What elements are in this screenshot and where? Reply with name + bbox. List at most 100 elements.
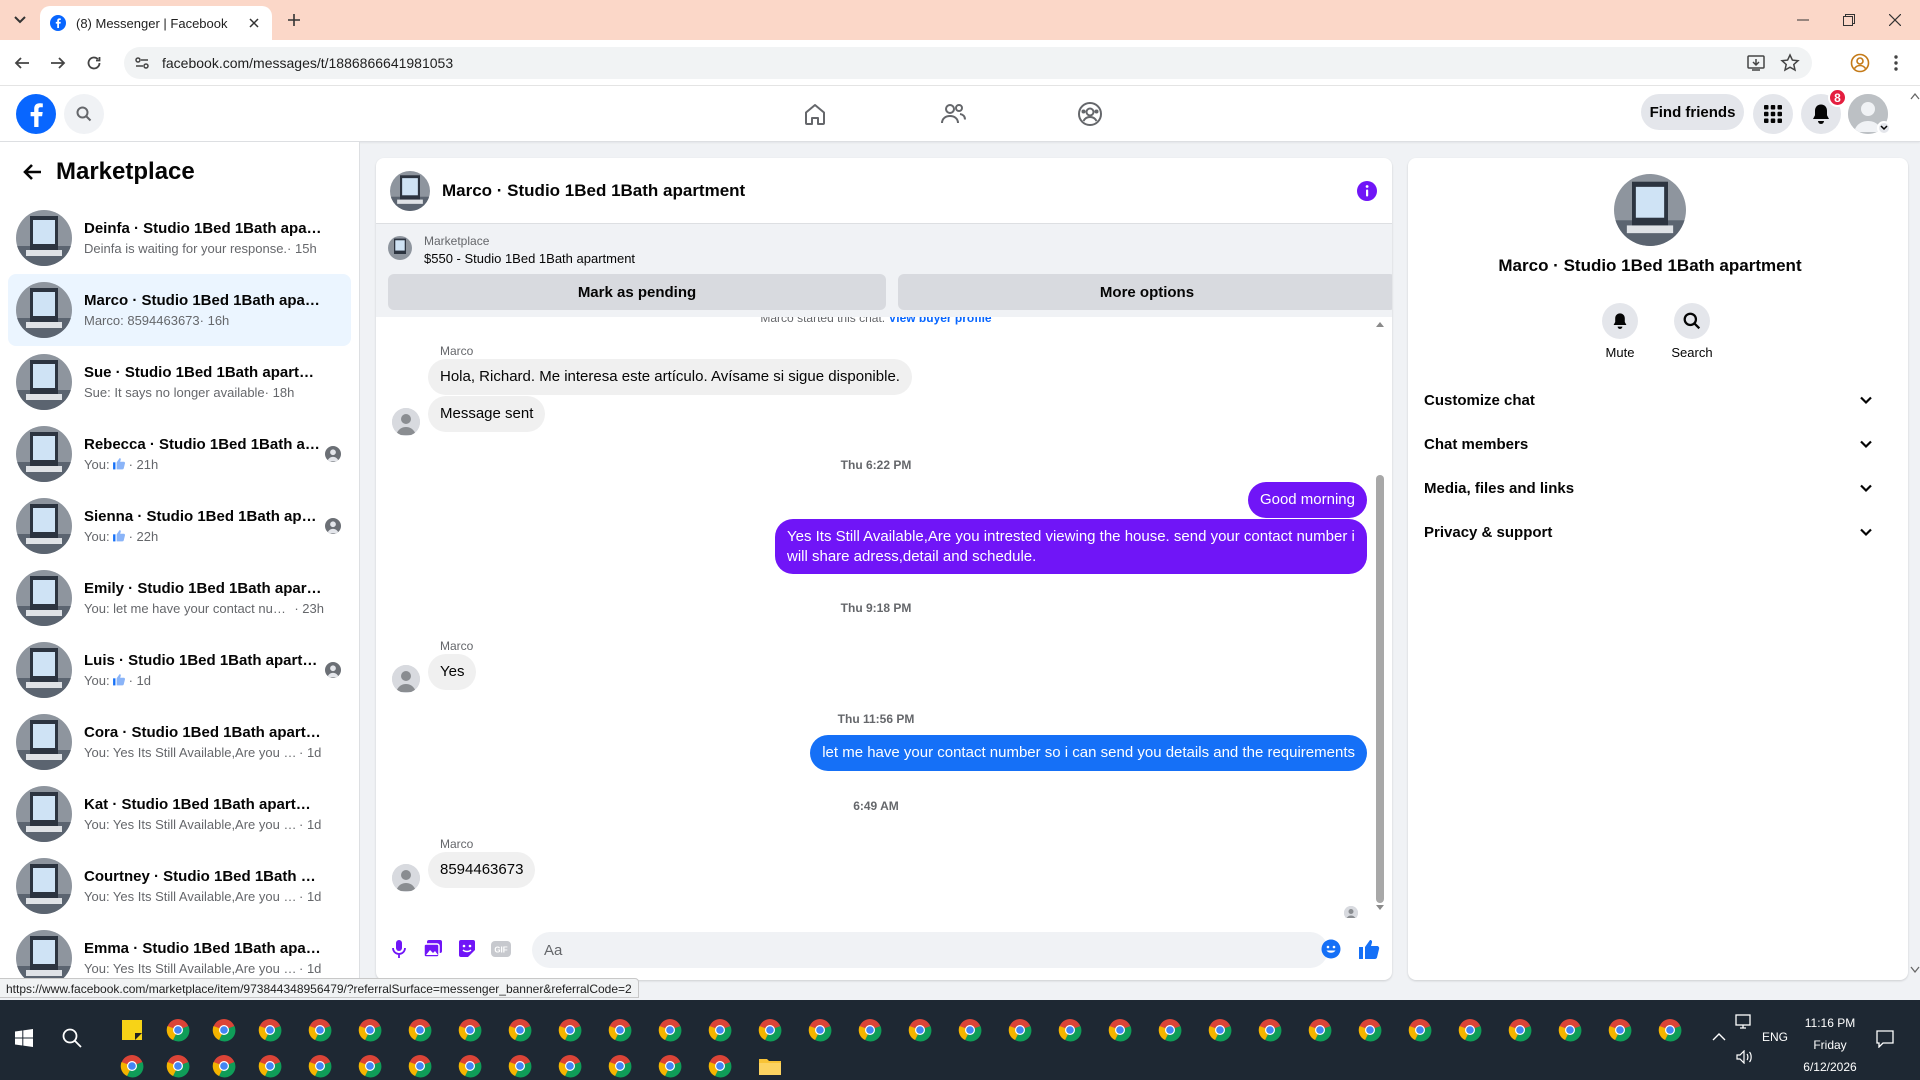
file-explorer-icon[interactable] <box>754 1050 786 1080</box>
home-icon[interactable] <box>795 98 835 130</box>
chrome-app-icon[interactable] <box>654 1014 686 1046</box>
conversation-item[interactable]: Cora · Studio 1Bed 1Bath apartment You: Y… <box>8 706 351 778</box>
show-hidden-icons-chevron-icon[interactable] <box>1712 1032 1732 1052</box>
mark-as-pending-button[interactable]: Mark as pending <box>388 274 886 310</box>
menu-grid-icon[interactable] <box>1753 94 1793 134</box>
chrome-app-icon[interactable] <box>704 1014 736 1046</box>
customize-chat-row[interactable]: Customize chat <box>1416 378 1884 422</box>
privacy-support-row[interactable]: Privacy & support <box>1416 510 1884 554</box>
chrome-app-icon[interactable] <box>454 1014 486 1046</box>
conversation-item[interactable]: Sue · Studio 1Bed 1Bath apartment Sue: It… <box>8 346 351 418</box>
scroll-up-icon[interactable] <box>1376 321 1384 327</box>
info-icon[interactable] <box>1356 180 1378 202</box>
chrome-app-icon[interactable] <box>254 1014 286 1046</box>
page-scroll-up-icon[interactable] <box>1910 92 1920 100</box>
chrome-app-icon[interactable] <box>208 1014 240 1046</box>
conversation-item[interactable]: Deinfa · Studio 1Bed 1Bath apartm... Dein… <box>8 202 351 274</box>
chrome-app-icon[interactable] <box>704 1050 736 1080</box>
chrome-app-icon[interactable] <box>116 1050 148 1080</box>
chrome-app-icon[interactable] <box>1004 1014 1036 1046</box>
photo-gallery-icon[interactable] <box>422 938 444 960</box>
browser-menu-icon[interactable] <box>1884 51 1908 75</box>
chrome-app-icon[interactable] <box>1304 1014 1336 1046</box>
chrome-app-icon[interactable] <box>354 1050 386 1080</box>
chrome-app-icon[interactable] <box>804 1014 836 1046</box>
media-files-links-row[interactable]: Media, files and links <box>1416 466 1884 510</box>
chrome-app-icon[interactable] <box>1154 1014 1186 1046</box>
chrome-app-icon[interactable] <box>1254 1014 1286 1046</box>
chrome-app-icon[interactable] <box>654 1050 686 1080</box>
chrome-app-icon[interactable] <box>162 1014 194 1046</box>
more-options-button[interactable]: More options <box>898 274 1392 310</box>
chrome-app-icon[interactable] <box>1104 1014 1136 1046</box>
minimize-icon[interactable] <box>1780 0 1826 40</box>
listing-thumbnail[interactable] <box>390 170 430 211</box>
profile-icon[interactable] <box>1848 51 1872 75</box>
chat-members-row[interactable]: Chat members <box>1416 422 1884 466</box>
incoming-message[interactable]: Yes <box>428 654 477 690</box>
taskbar-search-icon[interactable] <box>52 1018 92 1058</box>
chrome-app-icon[interactable] <box>304 1050 336 1080</box>
system-clock[interactable]: 11:16 PM Friday 6/12/2026 <box>1782 1012 1878 1078</box>
chrome-app-icon[interactable] <box>304 1014 336 1046</box>
mute-button[interactable]: Mute <box>1590 303 1650 360</box>
tab-search-chevron-icon[interactable] <box>8 10 32 30</box>
back-arrow-icon[interactable] <box>20 160 44 184</box>
chrome-app-icon[interactable] <box>504 1050 536 1080</box>
chrome-app-icon[interactable] <box>554 1050 586 1080</box>
page-scroll-down-icon[interactable] <box>1910 966 1920 974</box>
chrome-app-icon[interactable] <box>404 1014 436 1046</box>
chrome-app-icon[interactable] <box>404 1050 436 1080</box>
chrome-app-icon[interactable] <box>454 1050 486 1080</box>
volume-icon[interactable] <box>1736 1050 1756 1070</box>
microphone-icon[interactable] <box>388 938 410 960</box>
restore-icon[interactable] <box>1826 0 1872 40</box>
conversation-item[interactable]: Emily · Studio 1Bed 1Bath apartment You: … <box>8 562 351 634</box>
conversation-item[interactable]: Marco · Studio 1Bed 1Bath apartm... Marco… <box>8 274 351 346</box>
conversation-item[interactable]: Emma · Studio 1Bed 1Bath apartm... You: Y… <box>8 922 351 980</box>
sender-avatar[interactable] <box>392 665 420 693</box>
site-info-icon[interactable] <box>124 55 160 71</box>
chrome-app-icon[interactable] <box>604 1050 636 1080</box>
conversation-item[interactable]: Courtney · Studio 1Bed 1Bath apar... You:… <box>8 850 351 922</box>
browser-tab[interactable]: (8) Messenger | Facebook <box>40 6 272 40</box>
sender-avatar[interactable] <box>392 408 420 436</box>
chrome-app-icon[interactable] <box>604 1014 636 1046</box>
sticky-notes-icon[interactable] <box>116 1014 148 1046</box>
reload-icon[interactable] <box>82 51 106 75</box>
chrome-app-icon[interactable] <box>954 1014 986 1046</box>
chrome-app-icon[interactable] <box>354 1014 386 1046</box>
conversation-item[interactable]: Rebecca · Studio 1Bed 1Bath apa... You: ·… <box>8 418 351 490</box>
notification-center-icon[interactable] <box>1876 1030 1900 1050</box>
page-scrollbar[interactable] <box>1910 86 1920 980</box>
emoji-icon[interactable] <box>1320 938 1342 960</box>
back-arrow-icon[interactable] <box>10 51 34 75</box>
chrome-app-icon[interactable] <box>504 1014 536 1046</box>
outgoing-message[interactable]: Yes Its Still Available,Are you intreste… <box>775 519 1367 574</box>
address-bar[interactable]: facebook.com/messages/t/1886866641981053 <box>124 47 1812 79</box>
chrome-app-icon[interactable] <box>554 1014 586 1046</box>
new-tab-icon[interactable] <box>282 10 306 30</box>
chrome-app-icon[interactable] <box>1204 1014 1236 1046</box>
chrome-app-icon[interactable] <box>254 1050 286 1080</box>
outgoing-message[interactable]: Good morning <box>1247 482 1367 518</box>
message-input[interactable] <box>532 932 1328 968</box>
like-thumbs-up-icon[interactable] <box>1358 938 1380 960</box>
chrome-app-icon[interactable] <box>1604 1014 1636 1046</box>
chrome-app-icon[interactable] <box>1354 1014 1386 1046</box>
scroll-down-icon[interactable] <box>1376 905 1384 911</box>
conversation-item[interactable]: Kat · Studio 1Bed 1Bath apartment You: Ye… <box>8 778 351 850</box>
install-app-icon[interactable] <box>1746 53 1766 73</box>
incoming-message[interactable]: 8594463673 <box>428 852 536 888</box>
chrome-app-icon[interactable] <box>162 1050 194 1080</box>
marketplace-banner[interactable]: Marketplace $550 - Studio 1Bed 1Bath apa… <box>376 224 1392 317</box>
close-window-icon[interactable] <box>1872 0 1918 40</box>
conversation-item[interactable]: Sienna · Studio 1Bed 1Bath apart... You: … <box>8 490 351 562</box>
search-in-chat-button[interactable]: Search <box>1662 303 1722 360</box>
incoming-message[interactable]: Hola, Richard. Me interesa este artículo… <box>428 359 912 395</box>
incoming-message[interactable]: Message sent <box>428 396 546 432</box>
chrome-app-icon[interactable] <box>1054 1014 1086 1046</box>
listing-avatar[interactable] <box>1614 174 1686 246</box>
chrome-app-icon[interactable] <box>754 1014 786 1046</box>
chrome-app-icon[interactable] <box>1654 1014 1686 1046</box>
